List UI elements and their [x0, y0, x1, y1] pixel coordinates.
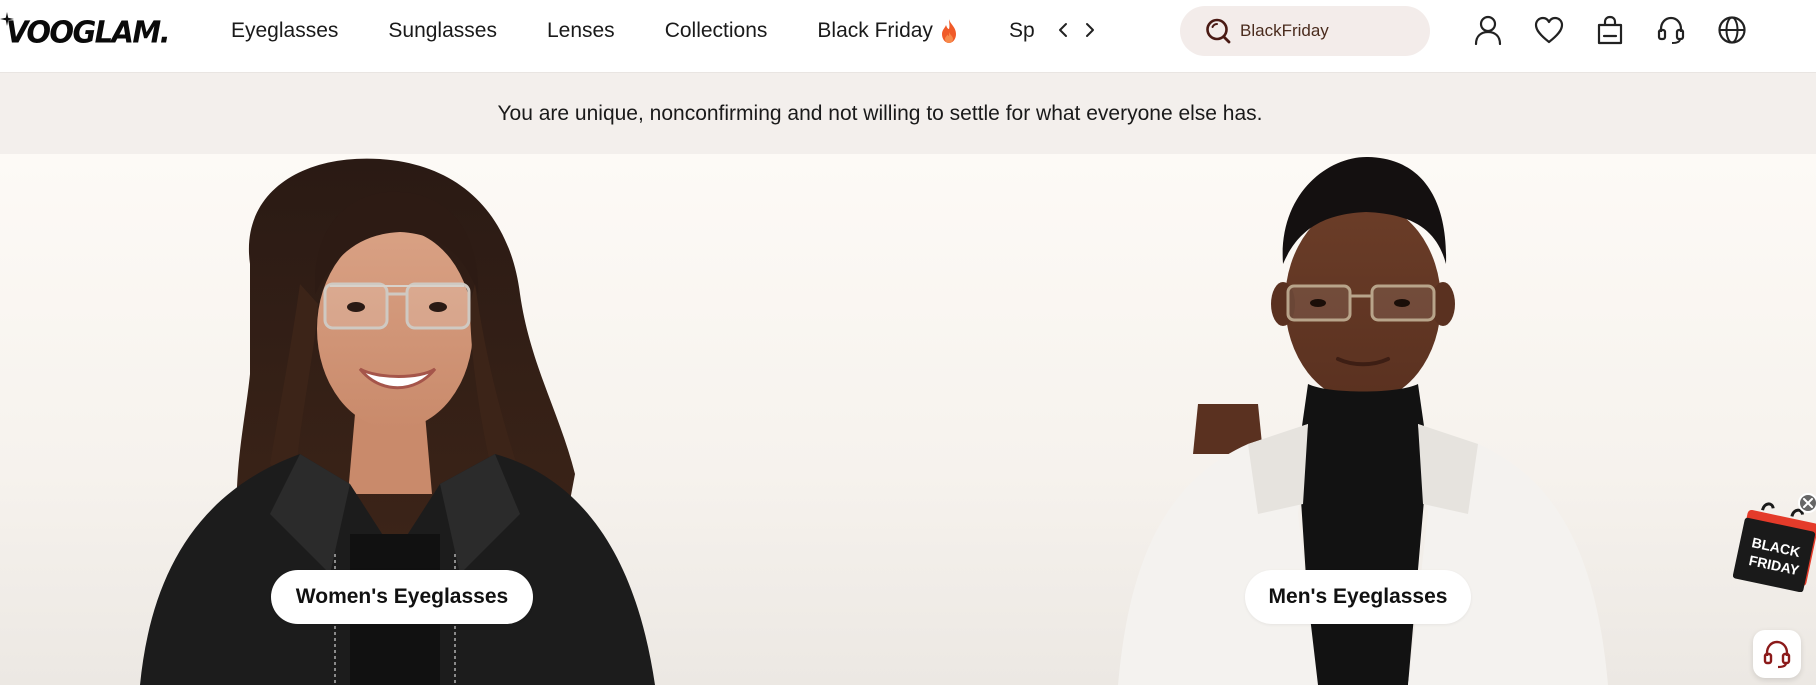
nav-label: Sp — [1008, 19, 1035, 42]
nav-item-eyeglasses[interactable]: Eyeglasses — [231, 19, 338, 43]
search-value: BlackFriday — [1240, 21, 1329, 40]
cart-bag-icon[interactable] — [1595, 13, 1625, 47]
main-nav: Eyeglasses Sunglasses Lenses Collections… — [231, 0, 1097, 62]
nav-label: Black Friday — [817, 19, 933, 42]
close-icon[interactable] — [1798, 493, 1816, 513]
nav-label: Eyeglasses — [231, 19, 339, 42]
mens-eyeglasses-button[interactable]: Men's Eyeglasses — [1245, 570, 1471, 624]
black-friday-badge[interactable]: BLACK FRIDAY — [1733, 502, 1816, 592]
women-category-panel[interactable]: Women's Eyeglasses — [0, 154, 908, 685]
chevron-right-icon[interactable] — [1081, 18, 1098, 42]
category-hero: Women's Eyeglasses Men's Eyeglasses — [0, 154, 1816, 685]
nav-item-collections[interactable]: Collections — [665, 19, 768, 43]
nav-item-sunglasses[interactable]: Sunglasses — [388, 19, 497, 43]
nav-label: Lenses — [546, 19, 615, 42]
mens-eyeglasses-label: Men's Eyeglasses — [1268, 585, 1448, 608]
vooglam-logo[interactable]: VOOGLAM. — [0, 12, 171, 52]
nav-scroll-controls — [1050, 18, 1098, 42]
nav-item-partial[interactable]: Sp — [1009, 19, 1035, 43]
support-headset-icon — [1763, 640, 1791, 669]
header-icons — [1473, 13, 1747, 47]
nav-item-black-friday[interactable]: Black Friday — [817, 19, 959, 43]
chevron-left-icon[interactable] — [1054, 18, 1071, 42]
nav-item-lenses[interactable]: Lenses — [547, 19, 615, 43]
support-headset-icon[interactable] — [1656, 13, 1686, 47]
top-header: VOOGLAM. Eyeglasses Sunglasses Lenses Co… — [0, 0, 1816, 72]
fire-icon — [941, 19, 956, 43]
nav-label: Collections — [664, 19, 768, 42]
wishlist-heart-icon[interactable] — [1534, 13, 1564, 47]
womens-eyeglasses-button[interactable]: Women's Eyeglasses — [271, 570, 533, 624]
account-icon[interactable] — [1473, 13, 1503, 47]
intro-banner: You are unique, nonconfirming and not wi… — [0, 72, 1816, 154]
search-input[interactable]: BlackFriday — [1180, 6, 1430, 56]
nav-label: Sunglasses — [388, 19, 497, 42]
search-icon — [1206, 18, 1231, 44]
womens-eyeglasses-label: Women's Eyeglasses — [295, 585, 509, 608]
banner-subtitle: You are unique, nonconfirming and not wi… — [497, 102, 1263, 125]
logo-text: VOOGLAM. — [6, 14, 171, 50]
language-globe-icon[interactable] — [1717, 13, 1747, 47]
floating-support-button[interactable] — [1753, 630, 1801, 678]
